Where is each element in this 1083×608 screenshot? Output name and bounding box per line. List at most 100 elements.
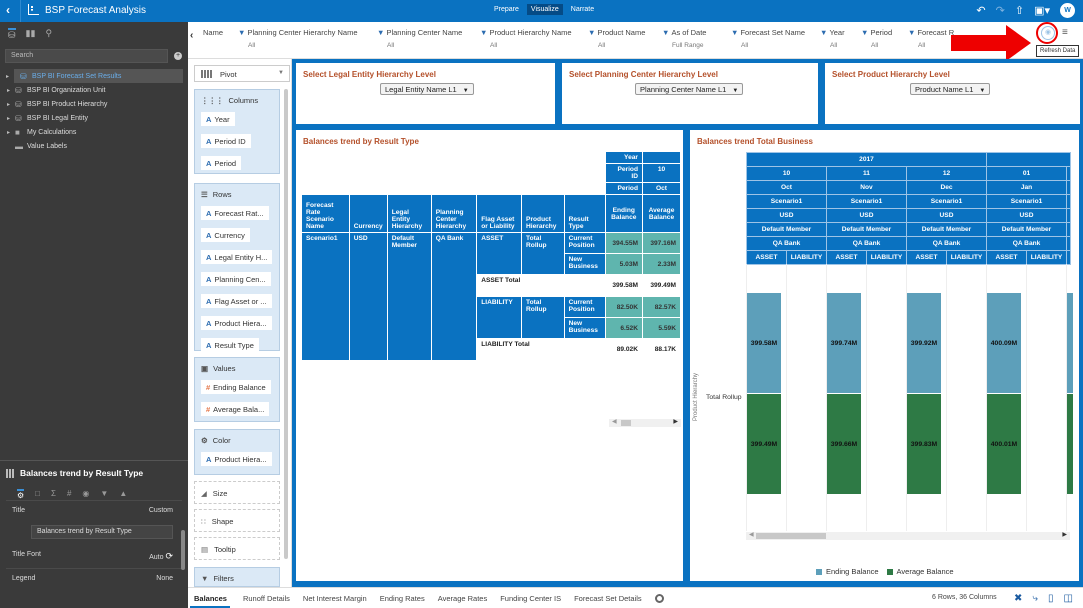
undo-icon[interactable]: ↶	[976, 4, 985, 17]
color-pill[interactable]: A Product Hiera...	[201, 452, 272, 466]
tree-item-my-calculations[interactable]: ▸ ■ My Calculations	[0, 125, 183, 139]
shape-dropzone[interactable]: ∷ Shape	[194, 509, 280, 532]
bar-average-balance[interactable]: 399.83M	[907, 394, 941, 494]
column-pill[interactable]: A Period	[201, 156, 242, 170]
product-level-select[interactable]: Product Name L1 ▼	[910, 83, 991, 95]
analytics-icon[interactable]: ◉	[82, 489, 89, 498]
expand-icon[interactable]: ▸	[7, 87, 15, 94]
search-input[interactable]: Search	[5, 49, 168, 63]
tab-prepare[interactable]: Prepare	[490, 4, 523, 15]
tree-item-legal-entity[interactable]: ▸ ⛁ BSP BI Legal Entity	[0, 111, 183, 125]
canvas-tab-funding-center-is[interactable]: Funding Center IS	[500, 594, 561, 608]
redo-icon[interactable]: ↷	[996, 4, 1005, 17]
tooltip-dropzone[interactable]: ▤ Tooltip	[194, 537, 280, 560]
scroll-left-icon[interactable]: ◀	[612, 418, 617, 425]
expand-icon[interactable]: ▸	[7, 129, 15, 136]
auto-apply-icon[interactable]: ✖	[1014, 593, 1022, 604]
title-mode-select[interactable]: Custom	[149, 507, 173, 514]
scroll-thumb[interactable]	[756, 533, 826, 539]
general-icon[interactable]: ⚙	[17, 489, 25, 500]
legend-item[interactable]: Average Balance	[886, 567, 954, 576]
panel-toggle-icon[interactable]: ▯	[1048, 593, 1054, 604]
scroll-right-icon[interactable]: ▶	[673, 418, 678, 425]
canvas-tab-forecast-set-details[interactable]: Forecast Set Details	[574, 594, 642, 608]
refresh-icon[interactable]: ⤷	[1032, 593, 1038, 604]
filter-product-name[interactable]: ▼ Product Name All	[588, 28, 645, 49]
axis-icon[interactable]: □	[35, 489, 40, 498]
row-pill[interactable]: A Legal Entity H...	[201, 250, 273, 264]
sigma-icon[interactable]: Σ	[51, 489, 56, 498]
title-font-select[interactable]: Auto	[149, 554, 163, 561]
tree-item-forecast-set-results[interactable]: ▸ ⛁ BSP BI Forecast Set Results	[6, 69, 183, 83]
properties-scrollbar[interactable]	[181, 530, 185, 570]
bar-ending-balance[interactable]: 399.92M	[907, 293, 941, 393]
expand-icon[interactable]: ▸	[7, 115, 15, 122]
tab-narrate[interactable]: Narrate	[567, 4, 598, 15]
title-input[interactable]: Balances trend by Result Type	[31, 525, 173, 539]
analytics-icon[interactable]: ⚲	[45, 28, 52, 38]
legal-entity-level-select[interactable]: Legal Entity Name L1 ▼	[380, 83, 474, 95]
row-pill[interactable]: A Product Hiera...	[201, 316, 272, 330]
export-icon[interactable]: ⇧	[1015, 4, 1024, 17]
expand-icon[interactable]: ▸	[6, 73, 20, 80]
canvas-tab-net-interest-margin[interactable]: Net Interest Margin	[303, 594, 367, 608]
tab-visualize[interactable]: Visualize	[526, 4, 563, 15]
tree-item-organization-unit[interactable]: ▸ ⛁ BSP BI Organization Unit	[0, 83, 183, 97]
grammar-scrollbar[interactable]	[284, 89, 288, 559]
filter-planning-center-name[interactable]: ▼ Planning Center Name All	[377, 28, 462, 49]
filter-forecast-set-name[interactable]: ▼ Forecast Set Name All	[731, 28, 805, 49]
bar-ending-balance[interactable]: 399.74M	[827, 293, 861, 393]
row-pill[interactable]: A Result Type	[201, 338, 259, 352]
filter-as-of-date[interactable]: ▼ As of Date Full Range	[662, 28, 706, 49]
filter-period[interactable]: ▼ Period All	[861, 28, 892, 49]
number-icon[interactable]: #	[67, 489, 71, 498]
size-dropzone[interactable]: ◢ Size	[194, 481, 280, 504]
bar-average-balance[interactable]: 399.66M	[827, 394, 861, 494]
layout-toggle-icon[interactable]: ◫	[1064, 593, 1073, 604]
filter-year[interactable]: ▼ Year All	[820, 28, 845, 49]
value-pill[interactable]: # Ending Balance	[201, 380, 271, 394]
back-icon[interactable]: ‹	[6, 3, 10, 17]
column-pill[interactable]: A Period ID	[201, 134, 251, 148]
avatar[interactable]: W	[1060, 3, 1075, 18]
canvas-tab-average-rates[interactable]: Average Rates	[438, 594, 487, 608]
canvas-tab-runoff-details[interactable]: Runoff Details	[243, 594, 290, 608]
add-data-icon[interactable]: +	[174, 52, 182, 60]
canvas-tab-balances[interactable]: Balances	[190, 594, 230, 608]
tree-item-product-hierarchy[interactable]: ▸ ⛁ BSP BI Product Hierarchy	[0, 97, 183, 111]
scroll-right-icon[interactable]: ▶	[1062, 531, 1067, 538]
viz-type-select[interactable]: Pivot ▼	[194, 65, 290, 82]
save-icon[interactable]: ▣▾	[1034, 4, 1050, 17]
scroll-left-icon[interactable]: ‹	[190, 30, 193, 41]
scroll-left-icon[interactable]: ◀	[749, 531, 754, 538]
warning-icon[interactable]: ▲	[119, 489, 127, 498]
filter-menu-icon[interactable]: ≡	[1062, 27, 1068, 38]
canvas-tab-ending-rates[interactable]: Ending Rates	[380, 594, 425, 608]
expand-icon[interactable]: ▸	[7, 101, 15, 108]
chart-scrollbar[interactable]: ◀ ▶	[746, 532, 1070, 540]
data-icon[interactable]: ⛁	[8, 28, 16, 40]
row-pill[interactable]: A Flag Asset or ...	[201, 294, 272, 308]
bar-ending-balance[interactable]: 400.09M	[987, 293, 1021, 393]
value-pill[interactable]: # Average Bala...	[201, 402, 270, 416]
filter-icon[interactable]: ▼	[100, 489, 108, 498]
row-pill[interactable]: A Forecast Rat...	[201, 206, 269, 220]
row-pill[interactable]: A Currency	[201, 228, 250, 242]
bar-ending-balance[interactable]: 399.58M	[747, 293, 781, 393]
filter-planning-center-hierarchy-name[interactable]: ▼ Planning Center Hierarchy Name All	[238, 28, 358, 49]
bar-average-balance[interactable]: 400.01M	[987, 394, 1021, 494]
column-pill[interactable]: A Year	[201, 112, 235, 126]
visualizations-icon[interactable]: ▮▮	[26, 28, 36, 38]
legend-item[interactable]: Ending Balance	[816, 567, 879, 576]
planning-center-level-select[interactable]: Planning Center Name L1 ▼	[635, 83, 744, 95]
reset-icon[interactable]: ⟳	[165, 551, 173, 561]
filter-product-hierarchy-name[interactable]: ▼ Product Hierarchy Name All	[480, 28, 572, 49]
filter-name[interactable]: Name	[203, 28, 223, 37]
scroll-thumb[interactable]	[621, 420, 631, 426]
bar-average-balance[interactable]: 399.49M	[747, 394, 781, 494]
legend-select[interactable]: None	[156, 575, 173, 582]
tree-item-value-labels[interactable]: ▬ Value Labels	[0, 139, 183, 153]
row-pill[interactable]: A Planning Cen...	[201, 272, 271, 286]
pivot-scrollbar[interactable]: ◀ ▶	[609, 419, 681, 427]
filter-forecast-rate[interactable]: ▼ Forecast R All	[908, 28, 954, 49]
